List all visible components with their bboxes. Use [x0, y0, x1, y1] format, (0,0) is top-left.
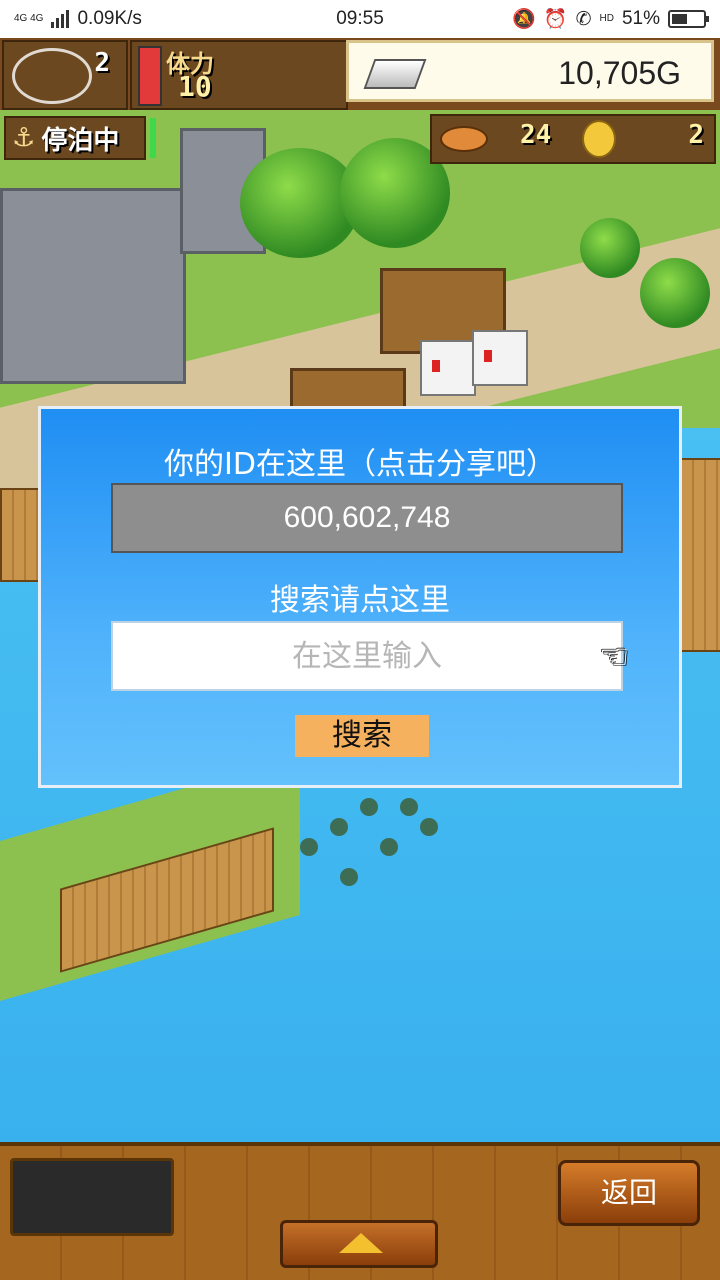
- search-button[interactable]: 搜索: [295, 715, 429, 757]
- search-input[interactable]: [111, 621, 623, 691]
- network-type: 4G 4G: [14, 13, 44, 24]
- level-panel[interactable]: 2: [2, 40, 128, 110]
- coin-icon: [582, 120, 616, 158]
- sea-rock: [330, 818, 348, 836]
- stamina-bar: [138, 46, 162, 106]
- anchor-icon: ⚓: [12, 123, 36, 153]
- sea-rock: [360, 798, 378, 816]
- triangle-up-icon: [339, 1233, 383, 1253]
- fish-icon: [440, 126, 488, 152]
- wooden-dock: [680, 458, 720, 652]
- call-icon: ✆: [575, 8, 592, 30]
- network-speed: 0.09K/s: [77, 8, 142, 29]
- sea-rock: [420, 818, 438, 836]
- sea-rock: [300, 838, 318, 856]
- signal-icon: [51, 10, 70, 28]
- gold-panel[interactable]: 10,705G: [346, 40, 714, 102]
- alarm-icon: ⏰: [543, 9, 568, 30]
- tree: [640, 258, 710, 328]
- battery-icon: [668, 10, 709, 28]
- status-indicator: [150, 118, 156, 158]
- hand-pointer-icon: ☜: [599, 637, 630, 677]
- silver-bar-icon: [363, 59, 427, 89]
- docked-status-text: 停泊中: [41, 125, 120, 156]
- gamepad-icon: [12, 48, 92, 104]
- bottom-bar: 返回: [0, 1142, 720, 1280]
- gold-value: 10,705G: [558, 55, 681, 91]
- battery-text: 51%: [621, 8, 660, 29]
- back-button[interactable]: 返回: [558, 1160, 700, 1226]
- hd-badge: HD: [599, 13, 614, 24]
- player-id-box[interactable]: 600,602,748: [111, 483, 623, 553]
- dice-icon: [472, 330, 528, 386]
- id-search-dialog: 你的ID在这里（点击分享吧） 600,602,748 搜索请点这里 ☜ 搜索: [38, 406, 682, 788]
- stamina-value: 10: [178, 70, 212, 103]
- sea-rock: [380, 838, 398, 856]
- dice-icon: [420, 340, 476, 396]
- status-bar: 4G 4G 0.09K/s 09:55 🔕 ⏰ ✆ HD 51%: [0, 0, 720, 38]
- fish-count: 24: [520, 120, 552, 150]
- castle-wall: [0, 188, 186, 384]
- search-label: 搜索请点这里: [270, 583, 450, 618]
- hud-status-row: ⚓ 停泊中 24 2: [0, 112, 720, 164]
- mute-icon: 🔕: [512, 9, 536, 30]
- level-value: 2: [94, 48, 110, 78]
- tree: [580, 218, 640, 278]
- sea-rock: [340, 868, 358, 886]
- empty-slot: [10, 1158, 174, 1236]
- resource-bar[interactable]: 24 2: [430, 114, 716, 164]
- menu-toggle-button[interactable]: [280, 1220, 438, 1268]
- coin-count: 2: [688, 120, 704, 150]
- docked-status-button[interactable]: ⚓ 停泊中: [4, 116, 146, 160]
- stamina-panel[interactable]: 体力 10: [130, 40, 348, 110]
- sea-rock: [400, 798, 418, 816]
- dialog-title[interactable]: 你的ID在这里（点击分享吧）: [41, 439, 679, 483]
